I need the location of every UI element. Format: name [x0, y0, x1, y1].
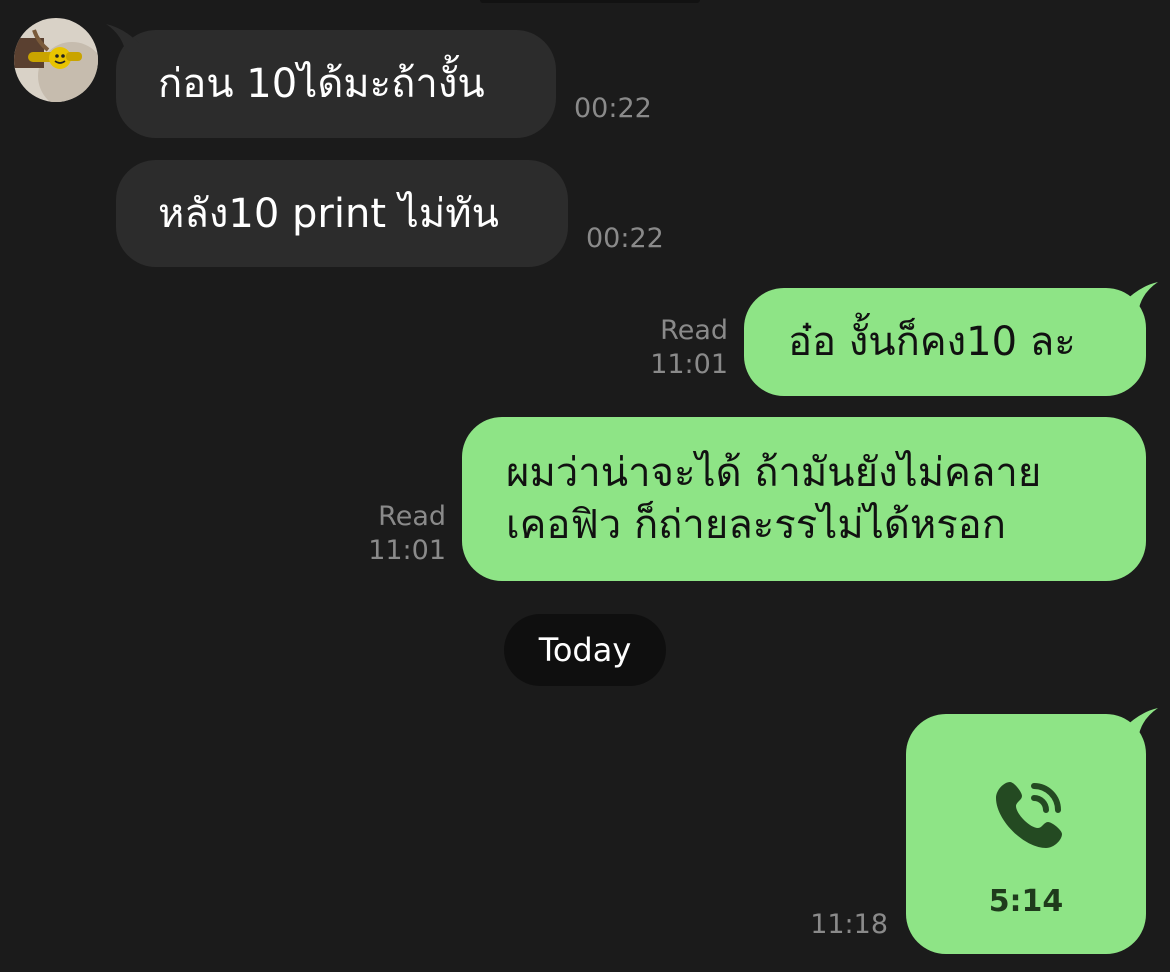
avatar[interactable]: [14, 18, 98, 102]
message-line: เคอฟิว ก็ถ่ายละรรไม่ได้หรอก: [506, 502, 1006, 548]
incoming-message[interactable]: ก่อน 10ได้มะถ้างั้น: [106, 24, 556, 138]
outgoing-message[interactable]: ผมว่าน่าจะได้ ถ้ามันยังไม่คลาย เคอฟิว ก็…: [462, 417, 1146, 581]
phone-call-icon: [988, 772, 1072, 856]
call-message[interactable]: 5:14: [906, 708, 1158, 954]
message-text: ก่อน 10ได้มะถ้างั้น: [158, 61, 485, 107]
message-line: ผมว่าน่าจะได้ ถ้ามันยังไม่คลาย: [506, 450, 1042, 496]
outgoing-message[interactable]: อ๋อ งั้นก็คง10 ละ: [744, 282, 1158, 396]
message-time: 00:22: [574, 93, 652, 124]
bubble-tail: [1120, 280, 1160, 314]
call-duration: 5:14: [988, 884, 1064, 919]
read-status: Read: [660, 315, 728, 346]
incoming-message[interactable]: หลัง10 print ไม่ทัน: [116, 160, 568, 267]
message-time: 00:22: [586, 223, 664, 254]
bubble-tail: [1120, 706, 1160, 740]
read-receipt: Read 11:01: [368, 500, 446, 568]
message-time: 11:01: [650, 349, 728, 380]
message-text: อ๋อ งั้นก็คง10 ละ: [788, 319, 1076, 365]
message-time: 11:01: [368, 535, 446, 566]
message-text: หลัง10 print ไม่ทัน: [158, 190, 499, 237]
top-divider: [480, 0, 700, 3]
date-separator: Today: [504, 614, 666, 686]
bubble-tail: [104, 22, 144, 56]
chat-view: ก่อน 10ได้มะถ้างั้น 00:22 หลัง10 print ไ…: [0, 0, 1170, 972]
read-receipt: Read 11:01: [650, 314, 728, 382]
message-time: 11:18: [810, 909, 888, 940]
read-status: Read: [378, 501, 446, 532]
